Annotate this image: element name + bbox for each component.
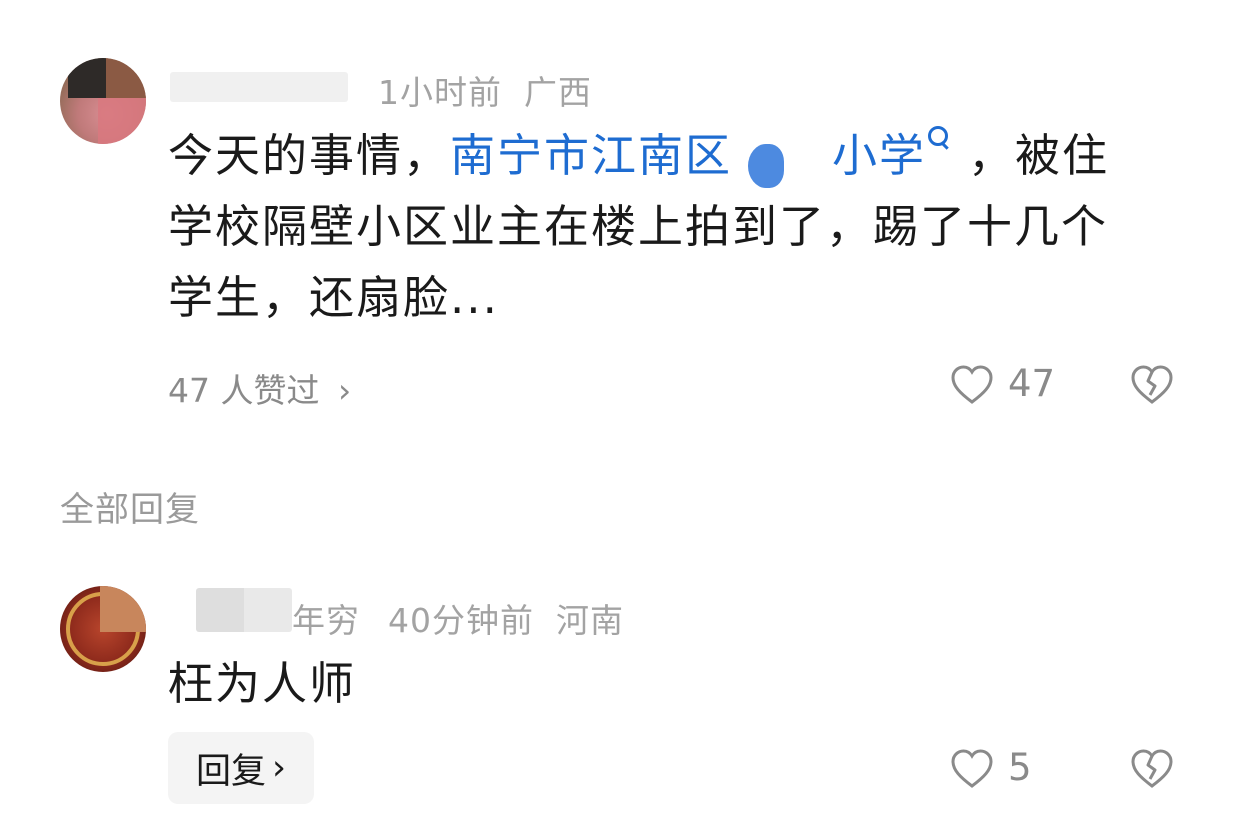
avatar[interactable]	[60, 586, 146, 672]
heart-outline-icon[interactable]	[950, 748, 994, 790]
reply-meta: 年穷 40分钟前 河南	[292, 594, 624, 642]
avatar[interactable]	[60, 58, 146, 144]
redaction-blot	[748, 144, 784, 188]
reply-time: 40分钟前	[388, 601, 534, 640]
avatar-pixel-block	[98, 98, 146, 144]
comment-time: 1小时前	[378, 73, 502, 112]
avatar-pixel-block	[106, 58, 146, 98]
search-icon	[926, 124, 949, 150]
reply-button[interactable]: 回复 ›	[168, 732, 314, 804]
comment-line-3: 学生，还扇脸...	[168, 271, 499, 324]
heart-outline-icon[interactable]	[950, 364, 994, 406]
like-count: 47	[1008, 362, 1056, 405]
broken-heart-icon[interactable]	[1130, 748, 1174, 790]
all-replies-header: 全部回复	[60, 490, 200, 530]
comment-line-2: 学校隔壁小区业主在楼上拍到了，踢了十几个	[168, 200, 1109, 253]
reply-location: 河南	[556, 601, 624, 640]
search-link[interactable]: 南宁市江南区 小学	[450, 126, 949, 182]
comment-line-1: 今天的事情，南宁市江南区 小学 ，被住	[168, 120, 1178, 191]
broken-heart-icon[interactable]	[1130, 364, 1174, 406]
like-count: 5	[1008, 746, 1032, 789]
avatar-pixel-block	[68, 58, 106, 98]
comment-location: 广西	[524, 73, 592, 112]
avatar-pixel-block	[100, 586, 146, 632]
redacted-username[interactable]	[196, 588, 292, 632]
redacted-username[interactable]	[170, 72, 348, 102]
chevron-right-icon: ›	[272, 748, 286, 788]
chevron-right-icon: ›	[337, 371, 352, 410]
comment-meta: 1小时前 广西	[378, 66, 592, 114]
reply-username-visible[interactable]: 年穷	[292, 601, 360, 640]
liked-by-link[interactable]: 47 人赞过 ›	[168, 364, 351, 412]
comment-text: 今天的事情，南宁市江南区 小学 ，被住 学校隔壁小区业主在楼上拍到了，踢了十几个 学…	[168, 120, 1178, 333]
reply-text: 枉为人师	[168, 657, 357, 710]
